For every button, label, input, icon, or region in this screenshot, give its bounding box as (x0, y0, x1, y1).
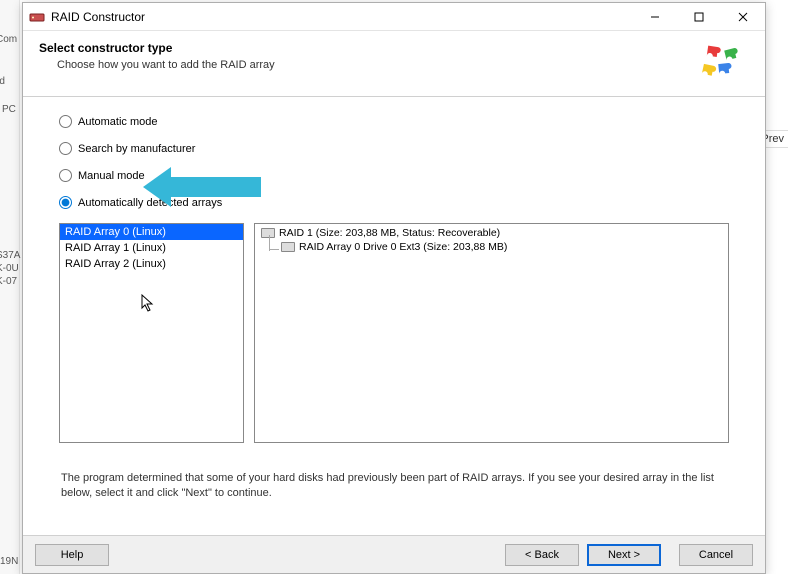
tree-node-child[interactable]: RAID Array 0 Drive 0 Ext3 (Size: 203,88 … (281, 241, 722, 253)
bg-text: K-07 (0, 276, 17, 287)
dialog-window: RAID Constructor Select constructor type… (22, 2, 766, 574)
radio-label: Automatic mode (78, 116, 157, 128)
radio-input[interactable] (59, 169, 72, 182)
tree-node-label: RAID Array 0 Drive 0 Ext3 (Size: 203,88 … (299, 241, 507, 253)
drive-icon (281, 242, 295, 252)
app-icon (29, 9, 45, 25)
array-detail-treeview[interactable]: RAID 1 (Size: 203,88 MB, Status: Recover… (254, 223, 729, 443)
instruction-text: The program determined that some of your… (59, 471, 729, 502)
next-button[interactable]: Next > (587, 544, 661, 566)
wizard-footer: Help < Back Next > Cancel (23, 535, 765, 573)
radio-input[interactable] (59, 142, 72, 155)
header-title: Select constructor type (39, 41, 275, 55)
cancel-button[interactable]: Cancel (679, 544, 753, 566)
radio-label: Manual mode (78, 170, 145, 182)
wizard-body: Automatic mode Search by manufacturer Ma… (23, 97, 765, 502)
radio-label: Automatically detected arrays (78, 197, 222, 209)
list-item[interactable]: RAID Array 0 (Linux) (60, 224, 243, 240)
radio-automatically-detected[interactable]: Automatically detected arrays (59, 196, 729, 209)
window-title: RAID Constructor (51, 10, 145, 24)
bg-text: K-0U (0, 263, 19, 274)
list-item[interactable]: RAID Array 1 (Linux) (60, 240, 243, 256)
radio-automatic-mode[interactable]: Automatic mode (59, 115, 729, 128)
maximize-button[interactable] (677, 3, 721, 31)
drive-icon (261, 228, 275, 238)
radio-input[interactable] (59, 196, 72, 209)
radio-label: Search by manufacturer (78, 143, 195, 155)
help-button[interactable]: Help (35, 544, 109, 566)
detected-arrays-listbox[interactable]: RAID Array 0 (Linux) RAID Array 1 (Linux… (59, 223, 244, 443)
bg-text: 19N (0, 556, 18, 567)
puzzle-icon (699, 41, 743, 86)
radio-manual-mode[interactable]: Manual mode (59, 169, 729, 182)
tree-node-label: RAID 1 (Size: 203,88 MB, Status: Recover… (279, 227, 500, 239)
wizard-header: Select constructor type Choose how you w… (23, 31, 765, 94)
close-button[interactable] (721, 3, 765, 31)
minimize-button[interactable] (633, 3, 677, 31)
radio-search-by-manufacturer[interactable]: Search by manufacturer (59, 142, 729, 155)
tree-node-root[interactable]: RAID 1 (Size: 203,88 MB, Status: Recover… (261, 227, 722, 239)
bg-text: rd (0, 76, 5, 87)
bg-text: Com (0, 34, 17, 45)
header-subtitle: Choose how you want to add the RAID arra… (39, 59, 275, 71)
bg-text: S37A (0, 250, 20, 261)
radio-input[interactable] (59, 115, 72, 128)
list-item[interactable]: RAID Array 2 (Linux) (60, 256, 243, 272)
bg-text: PC (2, 104, 16, 115)
title-bar[interactable]: RAID Constructor (23, 3, 765, 31)
back-button[interactable]: < Back (505, 544, 579, 566)
